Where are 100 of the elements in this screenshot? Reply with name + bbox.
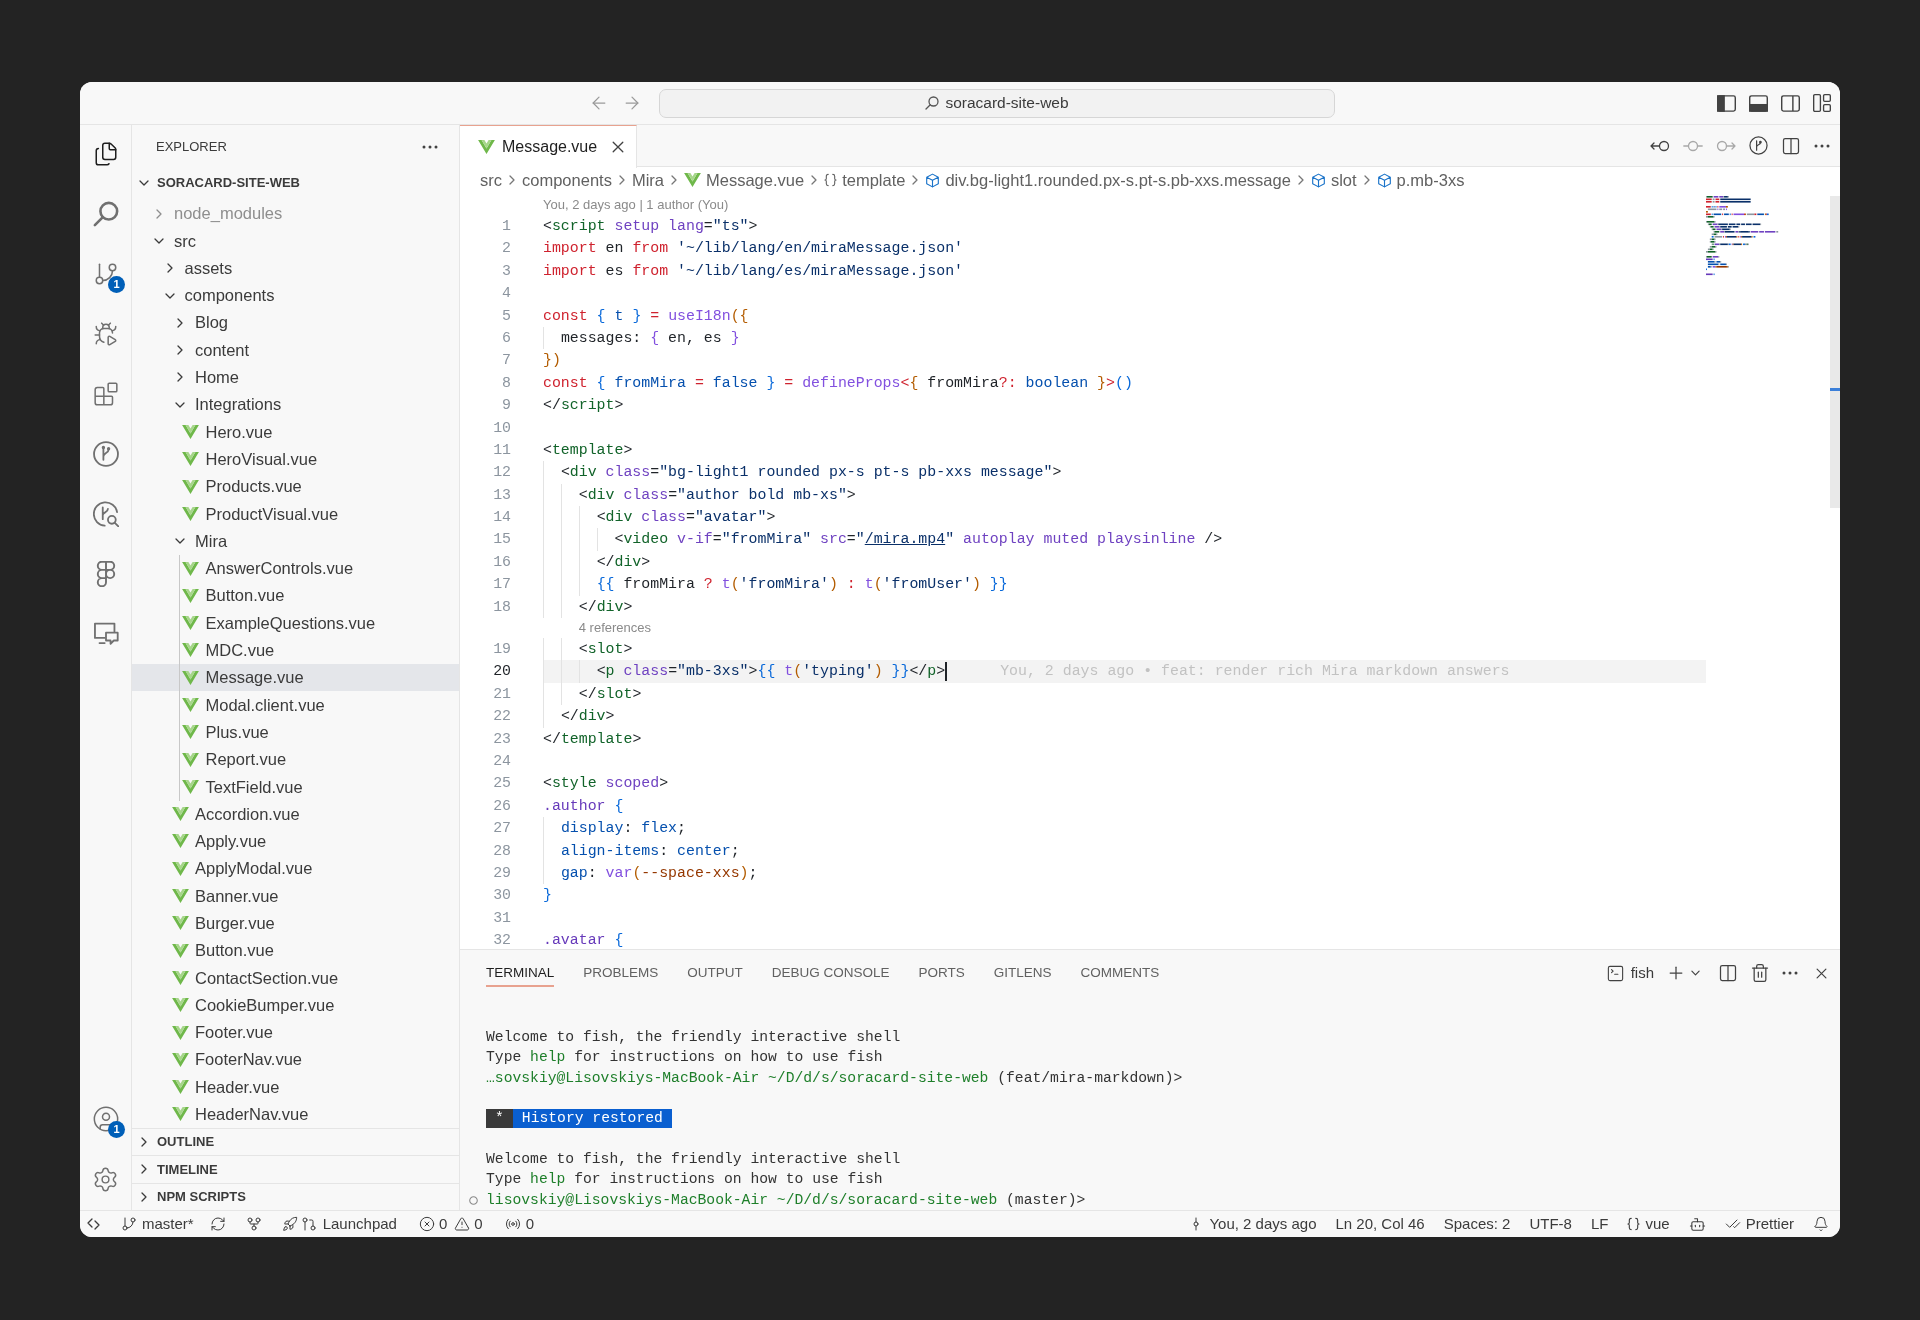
file-item[interactable]: HeroVisual.vue [132,445,459,473]
file-item[interactable]: TextField.vue [132,773,459,801]
line-ending-item[interactable]: LF [1590,1212,1609,1236]
folder-item[interactable]: Home [132,363,459,392]
breadcrumb-item[interactable]: src [480,167,502,193]
more-icon[interactable] [1782,971,1798,975]
breadcrumb-item[interactable]: components [522,167,612,193]
file-item[interactable]: CookieBumper.vue [132,991,459,1019]
panel-tab[interactable]: OUTPUT [687,959,743,987]
chevron-right-icon[interactable] [141,1191,147,1202]
encoding-item[interactable]: UTF-8 [1529,1212,1572,1236]
file-item[interactable]: Burger.vue [132,909,459,937]
panel-tab[interactable]: COMMENTS [1080,959,1160,987]
file-item[interactable]: Banner.vue [132,882,459,910]
file-item[interactable]: ApplyModal.vue [132,855,459,883]
file-item[interactable]: Modal.client.vue [132,691,459,719]
left-panel-icon[interactable] [1717,94,1736,112]
file-item[interactable]: Accordion.vue [132,800,459,828]
file-item[interactable]: Products.vue [132,472,459,501]
panel-tab[interactable]: GITLENS [993,959,1052,987]
search-icon[interactable] [92,201,119,227]
section-header[interactable]: TIMELINE [132,1155,459,1183]
chevron-right-icon[interactable] [141,1136,147,1147]
codelens-annotation[interactable]: 4 references [578,618,651,638]
chevron-down-icon[interactable] [175,538,185,545]
chevron-down-icon[interactable] [154,237,164,244]
blame-status-item[interactable]: You, 2 days ago [1188,1212,1317,1236]
file-item[interactable]: ExampleQuestions.vue [132,609,459,637]
more-icon[interactable] [422,145,438,149]
branch-circle-icon[interactable] [92,441,119,467]
file-item[interactable]: Footer.vue [132,1018,459,1047]
columns-icon[interactable] [1718,963,1738,983]
branch-status-item[interactable]: master* [121,1212,194,1236]
file-item[interactable]: MDC.vue [132,636,459,665]
chevron-right-icon[interactable] [141,1164,147,1175]
file-item[interactable]: ContactSection.vue [132,964,459,992]
more-icon[interactable] [1814,143,1830,148]
launchpad-status-item[interactable]: Launchpad [281,1212,397,1236]
branch-magnifier-icon[interactable] [92,501,119,527]
problems-status-item[interactable]: 0 0 [418,1212,483,1236]
folder-item[interactable]: content [132,336,459,364]
layout-grid-icon[interactable] [1813,94,1831,112]
file-item[interactable]: Apply.vue [132,827,459,856]
file-item[interactable]: FooterNav.vue [132,1046,459,1074]
right-panel-icon[interactable] [1781,94,1800,112]
chevron-right-icon[interactable] [166,263,173,274]
indentation-item[interactable]: Spaces: 2 [1443,1212,1511,1236]
formatter-item[interactable]: Prettier [1724,1212,1794,1236]
branch-nodes-icon[interactable] [92,261,119,287]
breadcrumb-item[interactable]: template [824,167,906,193]
angle-brackets-icon[interactable] [87,1218,100,1230]
sync-icon[interactable] [209,1216,226,1232]
codelens-annotation[interactable]: You, 2 days ago | 1 author (You) [543,195,729,215]
folder-item[interactable]: Mira [132,527,459,555]
section-header[interactable]: OUTLINE [132,1127,459,1155]
breadcrumb-item[interactable]: slot [1310,167,1357,193]
close-icon[interactable] [612,141,625,153]
chevron-right-icon[interactable] [177,345,183,356]
scrollbar-thumb[interactable] [1830,196,1840,508]
chevron-down-icon[interactable] [175,401,185,408]
ports-status-item[interactable]: 0 [504,1212,534,1236]
terminal-profile-button[interactable]: fish [1605,961,1654,985]
file-item[interactable]: Header.vue [132,1073,459,1101]
chevron-right-icon[interactable] [177,372,183,383]
file-item[interactable]: Button.vue [132,937,459,965]
breadcrumb-item[interactable]: div.bg-light1.rounded.px-s.pt-s.pb-xxs.message [925,167,1291,193]
breadcrumb-item[interactable]: Message.vue [684,167,805,193]
code-link[interactable]: /mira.mp4 [864,531,946,548]
workspace-header[interactable]: SORACARD-SITE-WEB [132,169,459,197]
circle-marker-icon[interactable] [469,1195,478,1205]
editor-tab[interactable]: Message.vue [460,125,638,168]
settings-icon[interactable] [92,1165,119,1193]
files-icon[interactable] [92,141,119,167]
chevron-down-icon[interactable] [164,292,175,299]
columns-icon[interactable] [1781,135,1801,156]
file-item[interactable]: Button.vue [132,582,459,610]
folder-item[interactable]: Blog [132,309,459,337]
chevron-right-icon[interactable] [177,317,183,328]
robot-icon[interactable] [1688,1215,1706,1233]
panel-tab[interactable]: TERMINAL [486,959,555,987]
file-item[interactable]: Message.vue [132,664,459,692]
fork-icon[interactable] [245,1216,262,1232]
folder-item[interactable]: src [132,227,459,255]
bottom-panel-icon[interactable] [1749,94,1768,112]
file-item[interactable]: ProductVisual.vue [132,500,459,528]
bell-icon[interactable] [1813,1216,1829,1232]
command-center-search[interactable]: soracard-site-web [659,88,1335,118]
close-icon[interactable] [1816,967,1827,979]
folder-item[interactable]: components [132,281,459,310]
file-item[interactable]: HeaderNav.vue [132,1100,459,1128]
trash-icon[interactable] [1750,963,1770,983]
file-item[interactable]: Plus.vue [132,718,459,746]
panel-tab[interactable]: PROBLEMS [583,959,659,987]
file-item[interactable]: Hero.vue [132,418,459,446]
language-mode-item[interactable]: vue [1627,1212,1670,1236]
file-item[interactable]: Report.vue [132,745,459,774]
cursor-position-item[interactable]: Ln 20, Col 46 [1335,1212,1425,1236]
arrow-left-circle-icon[interactable] [1650,139,1670,152]
chevron-down-icon[interactable] [1691,970,1700,976]
breadcrumb-item[interactable]: p.mb-3xs [1376,167,1465,193]
